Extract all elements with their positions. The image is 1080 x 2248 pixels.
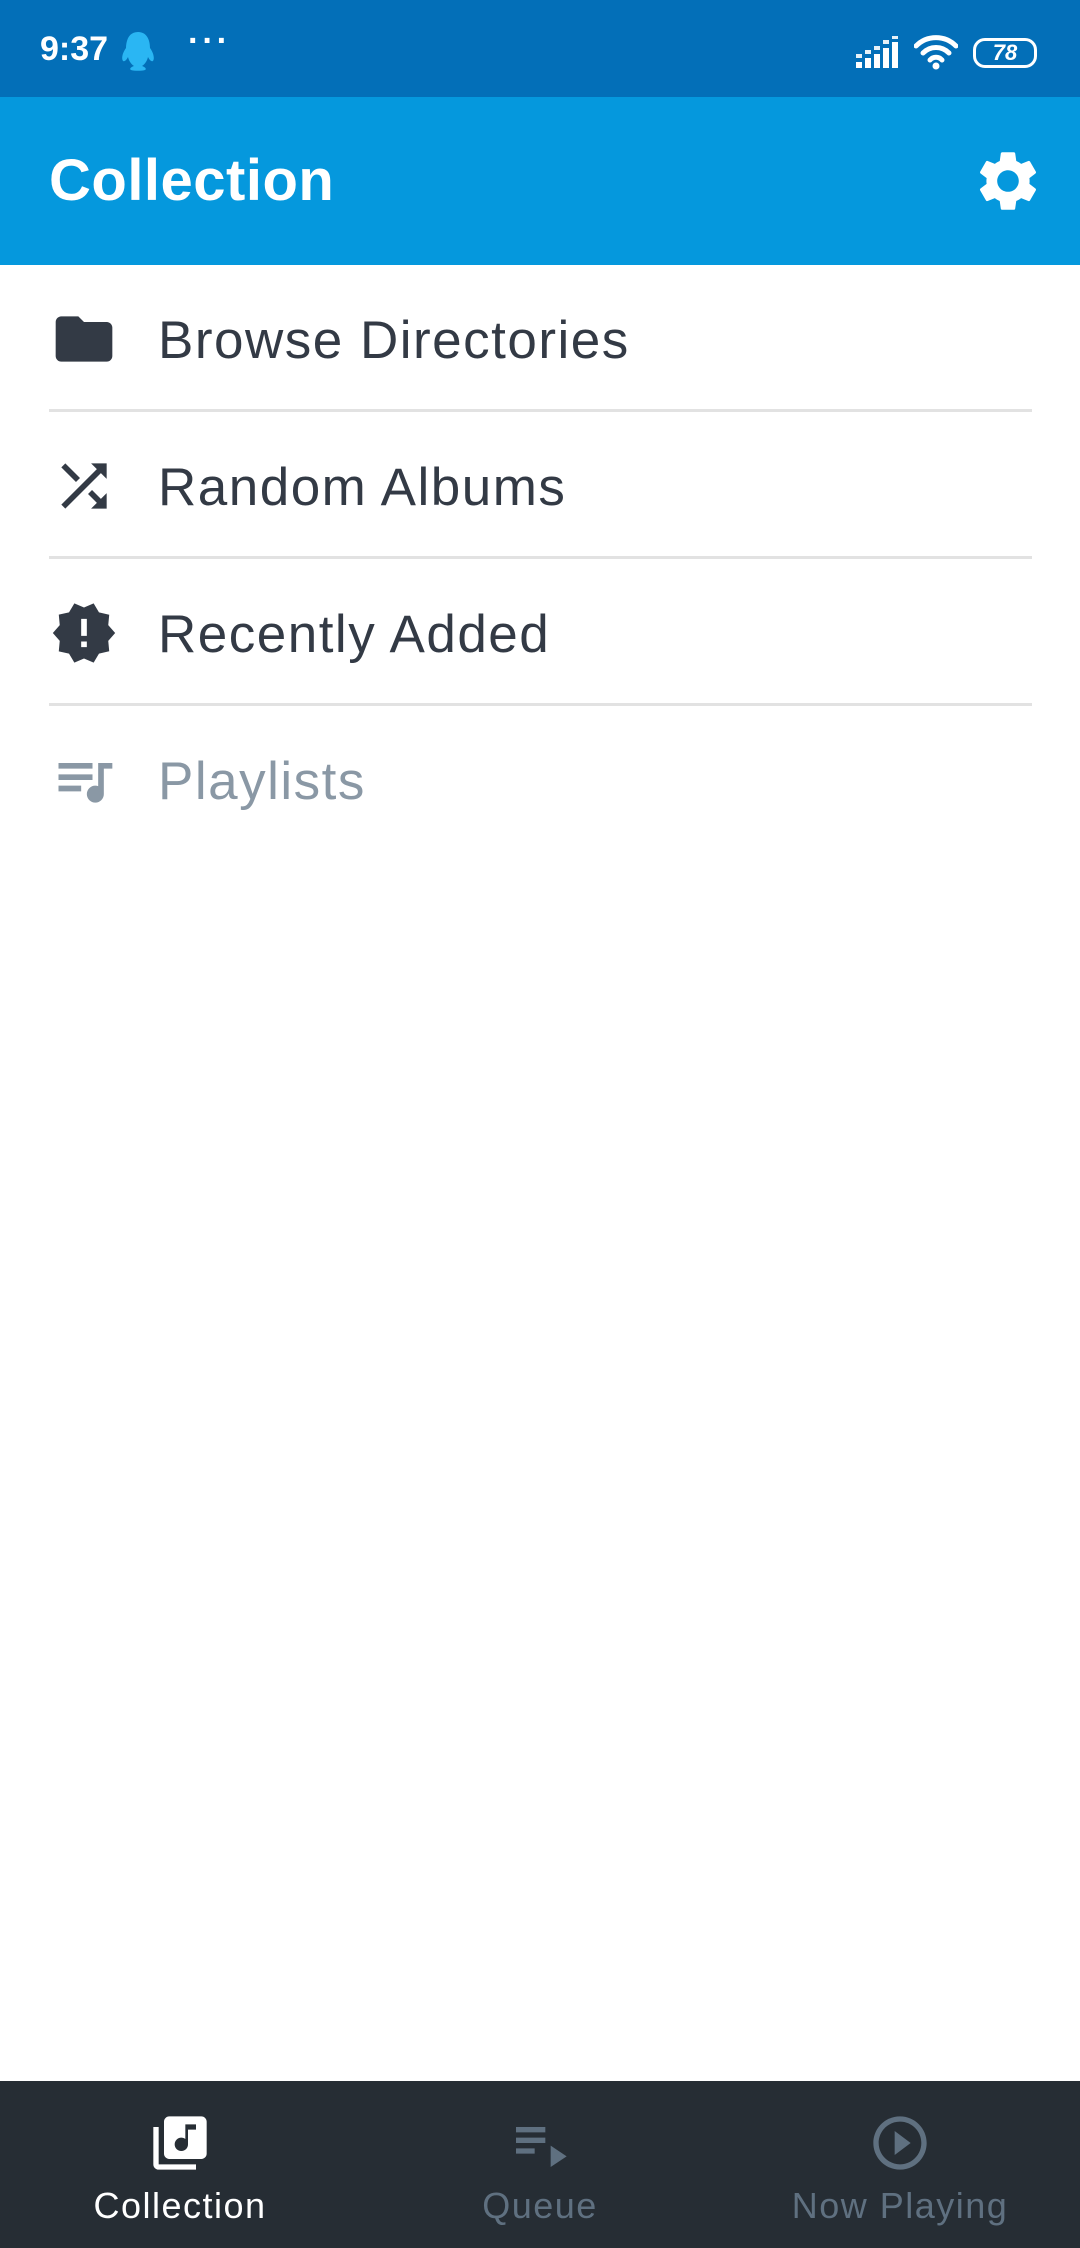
nav-tab-collection[interactable]: Collection bbox=[0, 2081, 360, 2248]
menu-item-browse-directories[interactable]: Browse Directories bbox=[0, 265, 1080, 412]
page-title: Collection bbox=[49, 148, 335, 213]
new-releases-icon bbox=[50, 599, 118, 667]
folder-icon bbox=[50, 305, 118, 373]
shuffle-icon bbox=[50, 452, 118, 520]
signal-icon bbox=[856, 36, 902, 70]
queue-play-icon bbox=[508, 2111, 572, 2175]
collection-menu-list: Browse Directories Random Albums Recentl… bbox=[0, 265, 1080, 853]
play-circle-icon bbox=[868, 2111, 932, 2175]
status-time: 9:37 bbox=[40, 30, 109, 68]
nav-label: Collection bbox=[93, 2185, 267, 2226]
nav-tab-now-playing[interactable]: Now Playing bbox=[720, 2081, 1080, 2248]
nav-label: Now Playing bbox=[791, 2185, 1009, 2226]
settings-button[interactable] bbox=[972, 145, 1044, 217]
more-dots-icon: ··· bbox=[188, 22, 231, 60]
nav-tab-queue[interactable]: Queue bbox=[360, 2081, 720, 2248]
qq-icon bbox=[120, 30, 156, 72]
wifi-icon bbox=[913, 34, 959, 70]
status-bar: 9:37 ··· 78 bbox=[0, 0, 1080, 97]
menu-item-random-albums[interactable]: Random Albums bbox=[0, 412, 1080, 559]
menu-item-label: Random Albums bbox=[158, 458, 567, 517]
menu-item-label: Playlists bbox=[158, 752, 366, 811]
menu-item-recently-added[interactable]: Recently Added bbox=[0, 559, 1080, 706]
bottom-navigation: Collection Queue Now Playing bbox=[0, 2081, 1080, 2248]
gear-icon bbox=[979, 152, 1037, 210]
menu-item-label: Browse Directories bbox=[158, 311, 630, 370]
app-bar: Collection bbox=[0, 97, 1080, 265]
menu-item-label: Recently Added bbox=[158, 605, 551, 664]
library-music-icon bbox=[148, 2111, 212, 2175]
playlist-music-icon bbox=[50, 746, 118, 814]
menu-item-playlists[interactable]: Playlists bbox=[0, 706, 1080, 853]
battery-icon: 78 bbox=[973, 38, 1037, 68]
nav-label: Queue bbox=[482, 2185, 598, 2226]
